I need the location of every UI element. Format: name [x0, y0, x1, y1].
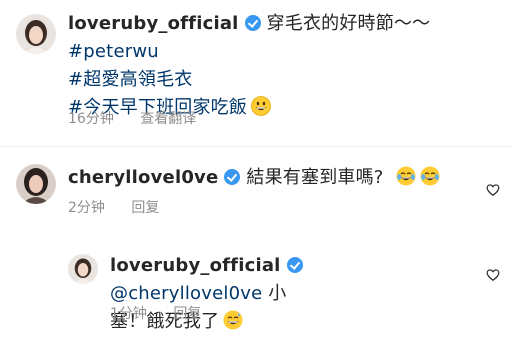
reply-timestamp[interactable]: 1分钟	[110, 306, 147, 322]
reply-author-username[interactable]: loveruby_official	[110, 255, 281, 276]
heart-outline-icon[interactable]	[486, 183, 500, 197]
see-translation-link[interactable]: 查看翻译	[140, 111, 196, 127]
comment-meta: 2分钟 回复	[68, 199, 181, 217]
post-author-avatar[interactable]	[16, 14, 56, 54]
heart-outline-icon[interactable]	[486, 268, 500, 282]
comment-reply-button[interactable]: 回复	[131, 200, 159, 216]
post-timestamp[interactable]: 16分钟	[68, 111, 114, 127]
commenter-username[interactable]: cheryllovel0ve	[68, 167, 218, 188]
caption-text: 穿毛衣的好時節～～	[266, 13, 431, 34]
tears-of-joy-icon	[396, 166, 416, 186]
grinning-sweat-icon	[223, 310, 243, 330]
reply-meta: 1分钟 回复	[110, 305, 223, 323]
reply-reply-button[interactable]: 回复	[173, 306, 201, 322]
grinning-face-icon	[251, 96, 271, 116]
reply-mention[interactable]: @cheryllovel0ve	[110, 283, 262, 304]
hashtag-peterwu[interactable]: #peterwu	[68, 41, 159, 62]
post-author-username[interactable]: loveruby_official	[68, 13, 239, 34]
reply-text-block: loveruby_official@cheryllovel0ve 小 塞！餓死我…	[110, 252, 440, 336]
comment-text: 結果有塞到車嗎?	[246, 167, 384, 188]
verified-badge-icon	[224, 169, 241, 185]
reply-text-part1: 小	[262, 283, 287, 304]
tears-of-joy-icon	[420, 166, 440, 186]
post-caption: loveruby_official 穿毛衣的好時節～～ #peterwu #超愛高…	[68, 10, 488, 122]
section-divider	[0, 146, 513, 147]
verified-badge-icon	[244, 15, 261, 31]
commenter-avatar[interactable]	[16, 164, 56, 204]
post-meta: 16分钟 查看翻译	[68, 110, 218, 128]
comment-timestamp[interactable]: 2分钟	[68, 200, 105, 216]
verified-badge-icon	[286, 257, 303, 273]
reply-author-avatar[interactable]	[68, 254, 98, 284]
hashtag-turtleneck[interactable]: #超愛高領毛衣	[68, 69, 192, 90]
comment-text-block: cheryllovel0ve 結果有塞到車嗎?	[68, 164, 468, 192]
